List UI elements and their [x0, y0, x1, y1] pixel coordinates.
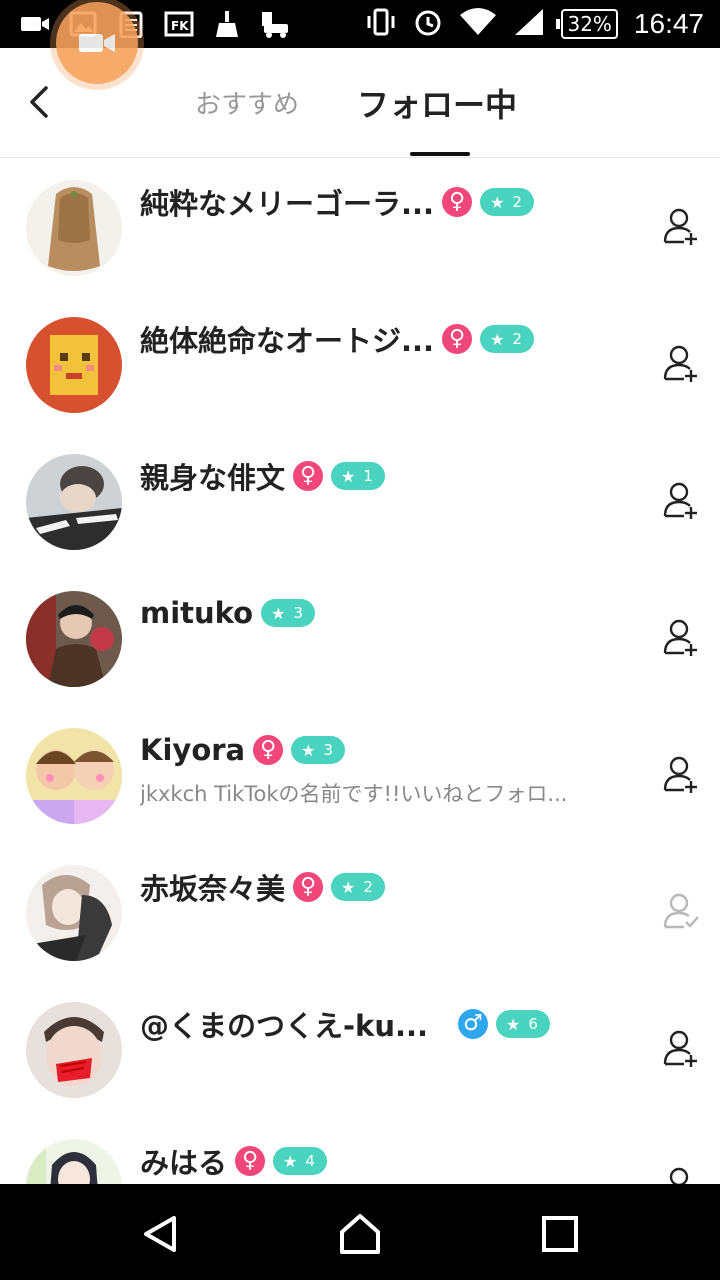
gender-female-icon: ♀: [293, 461, 324, 491]
level-badge: ★ 4: [273, 1147, 327, 1175]
follow-button[interactable]: [662, 617, 702, 657]
wifi-icon: [459, 7, 497, 41]
star-icon: ★: [490, 192, 505, 212]
nav-back-icon: [144, 1216, 176, 1252]
star-icon: ★: [283, 1151, 298, 1171]
add-user-icon: [663, 345, 697, 382]
star-icon: ★: [271, 603, 286, 623]
add-user-icon: [663, 482, 697, 519]
list-item[interactable]: みはる ♀ ★ 4: [0, 1117, 720, 1184]
add-user-icon: [663, 619, 697, 656]
back-button[interactable]: [22, 84, 58, 120]
gender-female-icon: ♀: [293, 872, 324, 902]
user-name[interactable]: 赤坂奈々美: [140, 866, 285, 908]
list-item[interactable]: Kiyora ♀ ★ 3 jkxkch TikTokの名前です!!いいねとフォロ.…: [0, 706, 720, 843]
follow-button[interactable]: [662, 480, 702, 520]
star-icon: ★: [341, 877, 356, 897]
list-item[interactable]: 親身な俳文 ♀ ★ 1: [0, 432, 720, 569]
level-badge: ★ 3: [261, 599, 315, 627]
alarm-icon: [413, 7, 443, 41]
level-badge: ★ 2: [480, 325, 534, 353]
status-bar: FK 32% 16:47: [0, 0, 720, 84]
header: おすすめ フォロー中: [0, 48, 720, 158]
avatar[interactable]: [26, 591, 122, 687]
following-button[interactable]: [662, 891, 702, 931]
system-nav-bar: [0, 1184, 720, 1280]
follow-button[interactable]: [662, 1165, 702, 1184]
nav-home-button[interactable]: [338, 1212, 382, 1256]
list-item[interactable]: @くまのつくえ-ku... ♂ ★ 6: [0, 980, 720, 1117]
follow-button[interactable]: [662, 343, 702, 383]
avatar[interactable]: [26, 1139, 122, 1184]
level-badge: ★ 2: [331, 873, 385, 901]
star-icon: ★: [506, 1014, 521, 1034]
gender-female-icon: ♀: [442, 187, 473, 217]
user-name[interactable]: みはる: [140, 1140, 227, 1182]
user-name[interactable]: @くまのつくえ-ku...: [140, 1003, 428, 1045]
list-item[interactable]: mituko ★ 3: [0, 569, 720, 706]
user-name[interactable]: 絶体絶命なオートジ...: [140, 318, 434, 360]
broom-icon: [210, 8, 244, 40]
star-icon: ★: [490, 329, 505, 349]
nav-recents-icon: [542, 1216, 578, 1252]
signal-icon: [513, 7, 545, 41]
user-check-icon: [663, 893, 699, 929]
nav-back-button[interactable]: [138, 1212, 182, 1256]
gender-male-icon: ♂: [458, 1009, 489, 1039]
back-arrow-icon: [30, 86, 48, 118]
nav-recents-button[interactable]: [538, 1212, 582, 1256]
gender-female-icon: ♀: [253, 735, 284, 765]
list-item[interactable]: 絶体絶命なオートジ... ♀ ★ 2: [0, 295, 720, 432]
car-icon: [258, 8, 292, 40]
list-item[interactable]: 純粋なメリーゴーラ... ♀ ★ 2: [0, 158, 720, 295]
user-name[interactable]: 純粋なメリーゴーラ...: [140, 181, 434, 223]
list-item[interactable]: 赤坂奈々美 ♀ ★ 2: [0, 843, 720, 980]
add-user-icon: [663, 208, 697, 245]
add-user-icon: [663, 756, 697, 793]
video-icon: [18, 8, 52, 40]
user-name[interactable]: 親身な俳文: [140, 455, 285, 497]
following-list[interactable]: 純粋なメリーゴーラ... ♀ ★ 2 絶体絶命なオートジ... ♀ ★ 2 親身な俳…: [0, 158, 720, 1184]
follow-button[interactable]: [662, 1028, 702, 1068]
level-badge: ★ 2: [480, 188, 534, 216]
follow-button[interactable]: [662, 754, 702, 794]
gender-female-icon: ♀: [235, 1146, 266, 1176]
user-name[interactable]: Kiyora: [140, 733, 245, 767]
add-user-icon: [663, 1030, 697, 1067]
user-name[interactable]: mituko: [140, 596, 253, 630]
user-bio: jkxkch TikTokの名前です!!いいねとフォロ...: [140, 782, 568, 806]
battery-indicator: 32%: [556, 9, 618, 39]
vibrate-icon: [365, 7, 397, 41]
star-icon: ★: [341, 466, 356, 486]
clock: 16:47: [633, 8, 704, 39]
active-tab-indicator: [410, 152, 470, 156]
avatar[interactable]: [26, 317, 122, 413]
nav-home-icon: [340, 1214, 380, 1254]
star-icon: ★: [301, 740, 316, 760]
avatar[interactable]: [26, 728, 122, 824]
gender-female-icon: ♀: [442, 324, 473, 354]
avatar[interactable]: [26, 454, 122, 550]
level-badge: ★ 6: [496, 1010, 550, 1038]
tab-following[interactable]: フォロー中: [357, 80, 517, 126]
avatar[interactable]: [26, 1002, 122, 1098]
tab-recommended[interactable]: おすすめ: [195, 84, 299, 121]
level-badge: ★ 3: [291, 736, 346, 764]
add-user-icon: [669, 1167, 689, 1184]
level-badge: ★ 1: [331, 462, 385, 490]
svg-text:FK: FK: [171, 19, 189, 33]
fk-app-icon: FK: [162, 8, 196, 40]
avatar[interactable]: [26, 865, 122, 961]
follow-button[interactable]: [662, 206, 702, 246]
avatar[interactable]: [26, 180, 122, 276]
